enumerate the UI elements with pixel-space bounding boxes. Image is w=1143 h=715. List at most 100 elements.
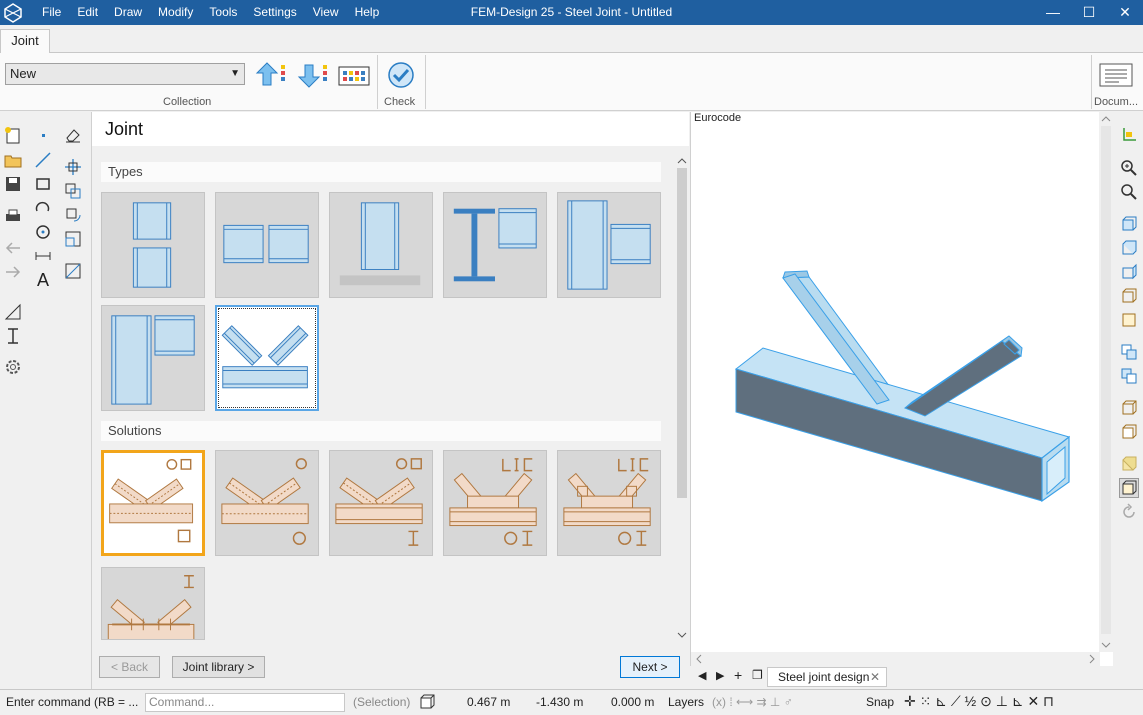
tab-list-icon[interactable]: ❐ xyxy=(752,668,763,682)
hidden-line-icon[interactable] xyxy=(1119,422,1139,442)
menu-edit[interactable]: Edit xyxy=(69,0,106,25)
document-icon[interactable] xyxy=(1099,61,1133,89)
column-splice-icon xyxy=(132,202,172,288)
layers-button[interactable]: Layers xyxy=(668,695,704,709)
solution-tile-3[interactable] xyxy=(329,450,433,556)
joint-type-beam-splice[interactable] xyxy=(215,192,319,298)
3d-viewport[interactable]: Eurocode xyxy=(690,112,1113,666)
back-button[interactable]: < Back xyxy=(99,656,160,678)
eraser-icon[interactable] xyxy=(63,125,83,145)
viewport-horizontal-scrollbar[interactable] xyxy=(691,652,1100,666)
menu-modify[interactable]: Modify xyxy=(150,0,201,25)
view-side-icon[interactable] xyxy=(1119,262,1139,282)
app-logo-icon[interactable] xyxy=(0,0,26,25)
menu-view[interactable]: View xyxy=(305,0,347,25)
wireframe-icon[interactable] xyxy=(1119,398,1139,418)
joint-type-column-splice[interactable] xyxy=(101,192,205,298)
scale-icon[interactable] xyxy=(63,229,83,249)
tab-prev-icon[interactable]: ◀ xyxy=(698,669,706,682)
wizard-scroll-thumb[interactable] xyxy=(677,168,687,498)
new-file-icon[interactable] xyxy=(3,125,23,145)
redo-arrow-icon[interactable] xyxy=(3,262,23,282)
viewport-vertical-scrollbar[interactable] xyxy=(1099,112,1113,652)
tab-steel-joint-design[interactable]: Steel joint design ✕ xyxy=(767,667,887,687)
viewport-scroll-thumb[interactable] xyxy=(1101,126,1111,634)
rectangle-icon[interactable] xyxy=(33,174,53,194)
solution-tile-5[interactable] xyxy=(557,450,661,556)
add-tab-icon[interactable]: + xyxy=(734,667,742,683)
window-tile-icon[interactable] xyxy=(1119,366,1139,386)
copy-icon[interactable] xyxy=(63,181,83,201)
axis-icon[interactable] xyxy=(1119,125,1139,145)
scroll-right-icon[interactable] xyxy=(1087,652,1097,666)
text-icon[interactable]: A xyxy=(33,270,53,290)
joint-type-column-base[interactable] xyxy=(329,192,433,298)
scroll-down-icon[interactable] xyxy=(675,630,689,640)
circle-icon[interactable] xyxy=(33,222,53,242)
hatch-icon[interactable] xyxy=(63,261,83,281)
menu-settings[interactable]: Settings xyxy=(245,0,304,25)
menu-file[interactable]: File xyxy=(34,0,69,25)
minimize-button[interactable]: — xyxy=(1035,0,1071,25)
point-icon[interactable] xyxy=(33,125,53,145)
menu-help[interactable]: Help xyxy=(347,0,388,25)
command-input[interactable]: Command... xyxy=(145,693,345,712)
corner-joint-icon xyxy=(111,315,195,405)
zoom-extent-icon[interactable] xyxy=(1119,182,1139,202)
move-icon[interactable] xyxy=(63,157,83,177)
undo-arrow-icon[interactable] xyxy=(3,238,23,258)
joint-type-beam-to-column-web[interactable] xyxy=(557,192,661,298)
solution-tile-1-selected[interactable] xyxy=(101,450,205,556)
window-cascade-icon[interactable] xyxy=(1119,342,1139,362)
zoom-in-icon[interactable] xyxy=(1119,158,1139,178)
joint-library-button[interactable]: Joint library > xyxy=(172,656,265,678)
view-iso-icon[interactable] xyxy=(1119,286,1139,306)
tab-label: Steel joint design xyxy=(778,670,870,684)
render-icon[interactable] xyxy=(1119,478,1139,498)
scroll-up-icon[interactable] xyxy=(675,156,689,166)
text-cursor-icon[interactable] xyxy=(3,326,23,346)
view-plane-icon[interactable] xyxy=(1119,310,1139,330)
view-front-icon[interactable] xyxy=(1119,214,1139,234)
snap-modes-icons[interactable]: ✛ ⁙ ⊾ ⟋ ½ ⊙ ⊥ ⊾ ✕ ⊓ xyxy=(904,693,1054,710)
joint-type-beam-to-column-flange[interactable] xyxy=(443,192,547,298)
collection-manager-icon[interactable] xyxy=(338,61,370,89)
rotate-icon[interactable] xyxy=(63,205,83,225)
triangle-ruler-icon[interactable] xyxy=(3,302,23,322)
tab-next-icon[interactable]: ▶ xyxy=(716,669,724,682)
solution-tile-6[interactable] xyxy=(101,567,205,640)
open-folder-icon[interactable] xyxy=(3,150,23,170)
tab-joint[interactable]: Joint xyxy=(0,29,50,54)
joint-type-corner[interactable] xyxy=(101,305,205,411)
arc-icon[interactable] xyxy=(33,198,53,218)
maximize-button[interactable]: ☐ xyxy=(1071,0,1107,25)
joint-wizard-panel: Joint Types Solutions < Back Joint libra… xyxy=(91,112,689,690)
scroll-up-icon[interactable] xyxy=(1099,114,1113,124)
line-icon[interactable] xyxy=(33,150,53,170)
scroll-left-icon[interactable] xyxy=(694,652,704,666)
refresh-icon[interactable] xyxy=(1119,502,1139,522)
joint-type-truss-node-selected[interactable] xyxy=(215,305,319,411)
next-button[interactable]: Next > xyxy=(620,656,680,678)
solution-tile-4[interactable] xyxy=(443,450,547,556)
wizard-vertical-scrollbar[interactable] xyxy=(675,154,689,642)
collection-select[interactable]: New ▼ xyxy=(5,63,245,85)
shaded-icon[interactable] xyxy=(1119,454,1139,474)
close-button[interactable]: ✕ xyxy=(1107,0,1143,25)
import-up-icon[interactable] xyxy=(255,61,285,89)
check-icon[interactable] xyxy=(386,61,416,89)
menu-tools[interactable]: Tools xyxy=(201,0,245,25)
snap-coord-icons[interactable]: (x) ⁞ ⟷ ⇉ ⊥ ♂ xyxy=(712,695,793,709)
solution-tile-2[interactable] xyxy=(215,450,319,556)
print-icon[interactable] xyxy=(3,206,23,226)
cube-view-icon[interactable] xyxy=(418,693,436,714)
dimension-icon[interactable] xyxy=(33,246,53,266)
snap-button[interactable]: Snap xyxy=(866,695,894,709)
scroll-down-icon[interactable] xyxy=(1099,640,1113,650)
settings-gear-icon[interactable] xyxy=(3,357,23,377)
close-tab-icon[interactable]: ✕ xyxy=(870,668,880,686)
save-icon[interactable] xyxy=(3,174,23,194)
view-top-icon[interactable] xyxy=(1119,238,1139,258)
menu-draw[interactable]: Draw xyxy=(106,0,150,25)
export-down-icon[interactable] xyxy=(297,61,327,89)
